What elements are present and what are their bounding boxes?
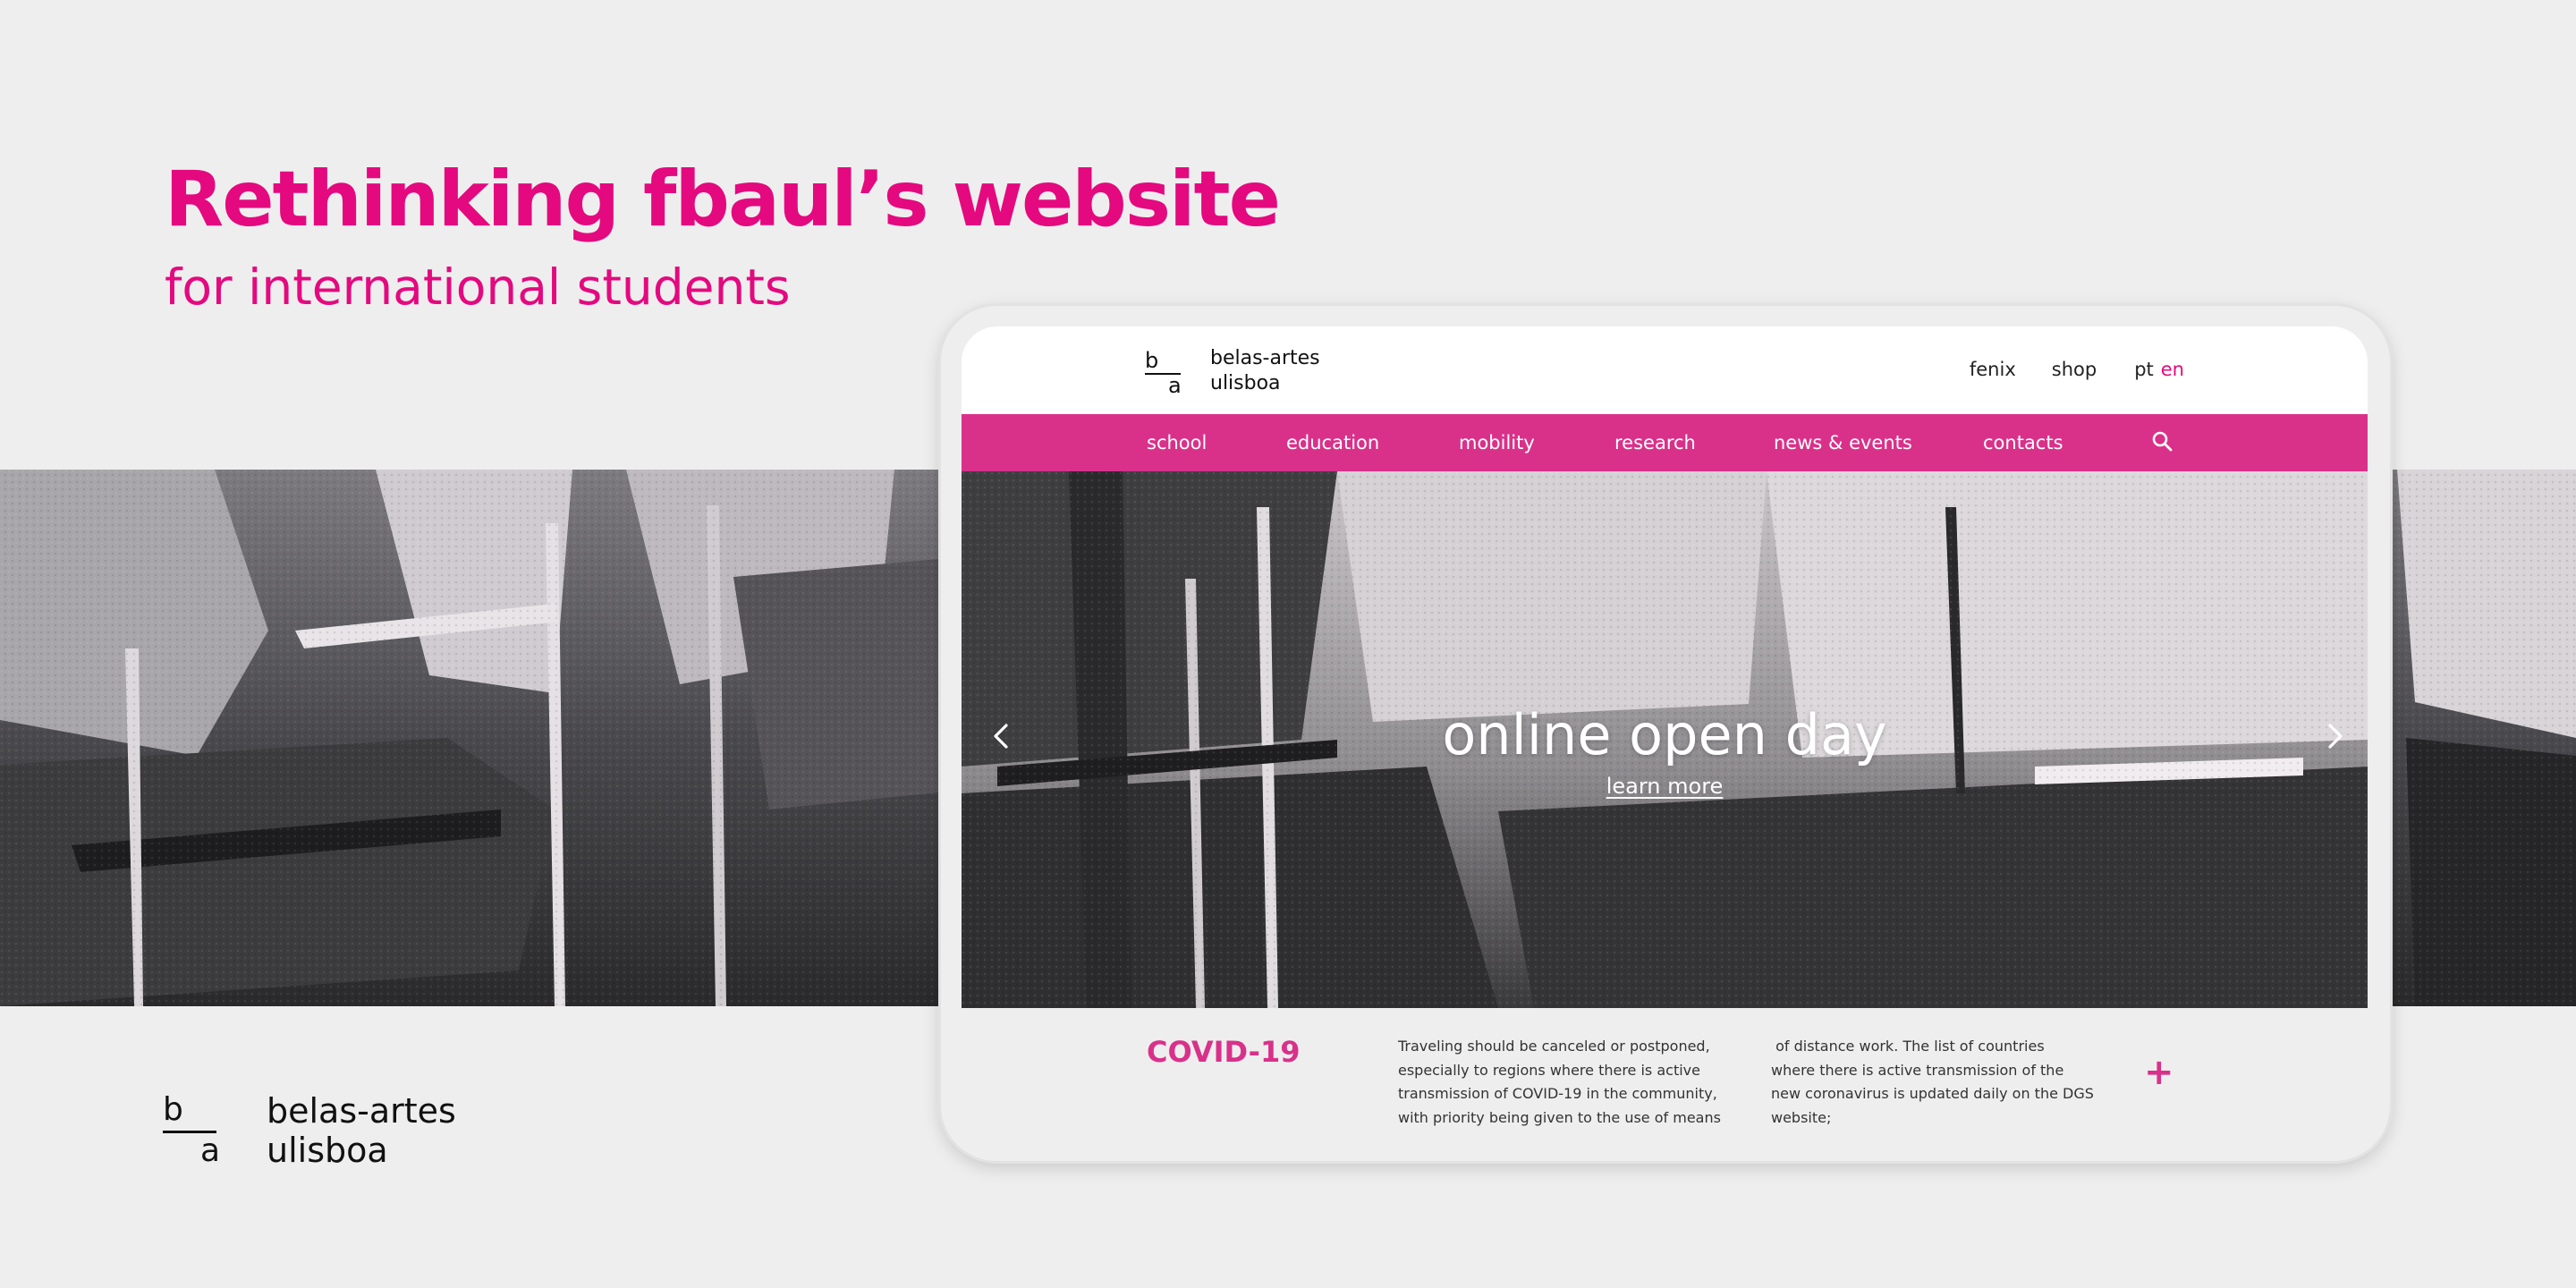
nav-mobility[interactable]: mobility [1459,432,1535,453]
nav-news-events[interactable]: news & events [1774,432,1912,453]
covid-line: of distance work. The list of countries [1771,1038,2045,1055]
site-logo-mark[interactable]: b a [1145,348,1190,398]
covid-line: new coronavirus is updated daily on the … [1771,1085,2094,1102]
main-nav: school education mobility research news … [962,414,2368,471]
covid-text-col2: of distance work. The list of countries … [1771,1035,2102,1130]
presentation-subtitle: for international students [165,258,791,316]
covid-text-col1: Traveling should be canceled or postpone… [1398,1035,1729,1130]
presentation-title: Rethinking fbaul’s website [165,155,1281,244]
covid-line: website; [1771,1108,1832,1126]
covid-title: COVID-19 [1147,1035,1301,1069]
logo-mark: b a [163,1091,221,1172]
website-screen: b a belas-artes ulisboa fenix shop pt en… [962,326,2368,1136]
lang-pt-link[interactable]: pt [2134,359,2154,380]
nav-school[interactable]: school [1147,432,1207,453]
covid-line: transmission of COVID-19 in the communit… [1398,1085,1717,1102]
learn-more-link[interactable]: learn more [1606,774,1724,799]
covid-notice: COVID-19 Traveling should be canceled or… [962,1008,2368,1136]
site-name-line2: ulisboa [1210,372,1281,394]
search-icon[interactable] [2151,430,2174,453]
footer-logo: b a belas-artes ulisboa [163,1091,467,1172]
nav-research[interactable]: research [1614,432,1696,453]
site-logo-a: a [1168,373,1182,398]
logo-mark-b: b [163,1091,183,1128]
site-header: b a belas-artes ulisboa fenix shop pt en [962,326,2368,414]
tablet-mockup: b a belas-artes ulisboa fenix shop pt en… [941,306,2390,1161]
covid-line: especially to regions where there is act… [1398,1061,1700,1079]
utility-nav: fenix shop pt en [1970,359,2184,380]
covid-line: with priority being given to the use of … [1398,1108,1721,1126]
fenix-link[interactable]: fenix [1970,359,2016,380]
hero-carousel: online open day learn more [962,471,2368,1008]
nav-contacts[interactable]: contacts [1983,432,2063,453]
logo-name-line2: ulisboa [267,1131,388,1170]
site-logo-wordmark[interactable]: belas-artes ulisboa [1210,346,1320,396]
logo-name-line1: belas-artes [267,1091,456,1131]
covid-line: Traveling should be canceled or postpone… [1398,1038,1710,1055]
expand-plus-icon[interactable]: + [2144,1055,2174,1090]
hero-title: online open day [1442,702,1887,767]
lang-en-link[interactable]: en [2161,359,2184,380]
nav-education[interactable]: education [1286,432,1379,453]
covid-line: where there is active transmission of th… [1771,1061,2064,1079]
site-name-line1: belas-artes [1210,347,1320,369]
logo-mark-a: a [200,1132,221,1169]
site-logo-b: b [1145,348,1159,373]
logo-wordmark: belas-artes ulisboa [267,1091,456,1170]
shop-link[interactable]: shop [2052,359,2097,380]
